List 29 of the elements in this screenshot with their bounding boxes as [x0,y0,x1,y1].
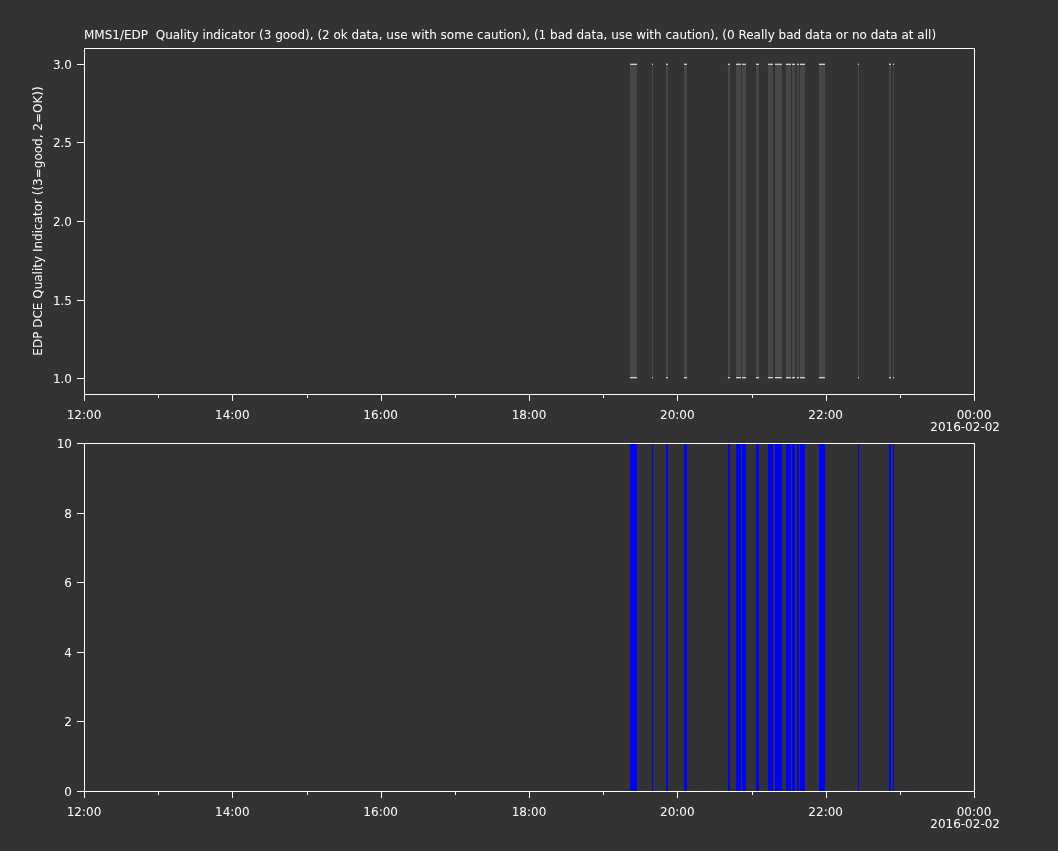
x-tick-label: 12:00 [66,408,102,422]
y-tick-label: 1.0 [52,371,72,386]
y-axis-label: EDP DCE Quality Indicator ((3=good, 2=OK)) [31,86,45,356]
y-tick-label: 1.5 [52,293,72,308]
y-tick-label: 10 [56,436,72,451]
y-tick-label: 2 [64,714,72,729]
y-tick-label: 3.0 [52,57,72,72]
x-tick-label: 22:00 [808,408,843,422]
x-tick-label: 20:00 [660,408,695,422]
x-tick-label: 14:00 [215,805,250,819]
x-tick-label: 12:00 [66,805,102,819]
x-tick-label: 20:00 [660,805,695,819]
plot-title: MMS1/EDP Quality indicator (3 good), (2 ok data, use with some caution), (1 bad data, use with caution), (0 Really bad data or no data at all) [84,28,937,42]
x-tick-label: 18:00 [511,408,547,422]
y-tick-label: 4 [64,645,72,660]
date-label: 2016-02-02 [930,817,1000,831]
x-tick-label: 14:00 [215,408,250,422]
date-label: 2016-02-02 [930,420,1000,434]
x-tick-label: 00:00 [956,408,992,422]
x-tick-label: 16:00 [363,805,398,819]
y-tick-label: 2.5 [52,135,72,150]
y-tick-label: 6 [64,575,72,590]
x-tick-label: 16:00 [363,408,398,422]
x-tick-label: 22:00 [808,805,843,819]
y-tick-label: 8 [64,506,72,521]
y-tick-label: 2.0 [52,214,72,229]
x-tick-label: 00:00 [956,805,992,819]
x-tick-label: 18:00 [511,805,547,819]
y-tick-label: 0 [64,784,72,799]
